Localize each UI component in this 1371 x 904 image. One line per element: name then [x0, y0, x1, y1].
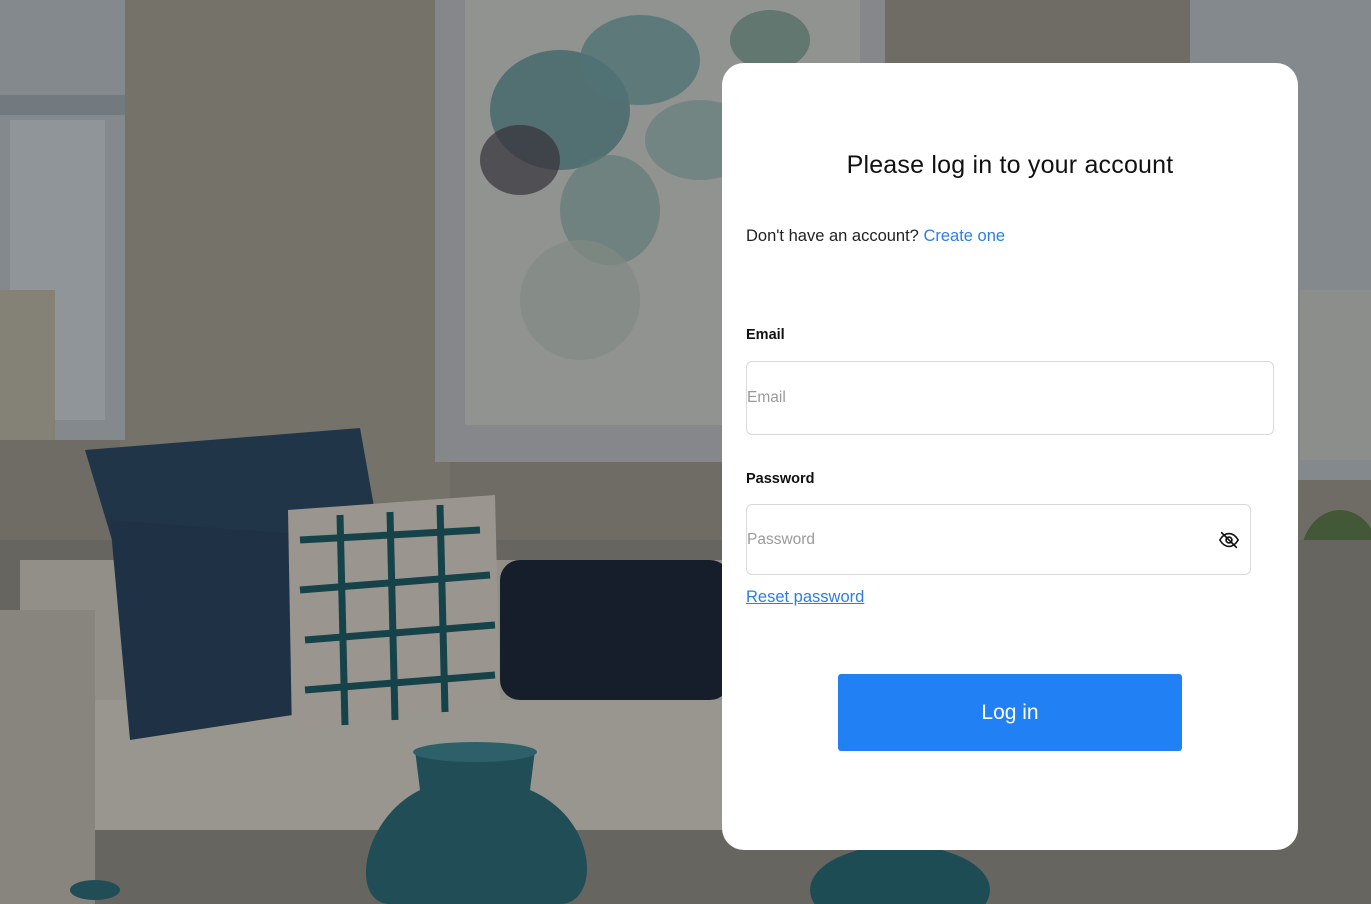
page-title: Please log in to your account [846, 151, 1174, 179]
password-label: Password [746, 471, 815, 487]
eye-off-icon[interactable] [1216, 527, 1242, 553]
email-field[interactable] [747, 362, 1273, 434]
signup-prompt: Don't have an account? Create one [746, 227, 1005, 246]
signup-prompt-text: Don't have an account? [746, 227, 919, 245]
email-label: Email [746, 327, 785, 343]
email-field-wrapper [746, 361, 1274, 435]
password-field[interactable] [747, 505, 1250, 574]
reset-password-link[interactable]: Reset password [746, 588, 864, 607]
login-button[interactable]: Log in [838, 674, 1182, 751]
password-field-wrapper [746, 504, 1251, 575]
login-card: Please log in to your account Don't have… [722, 63, 1298, 850]
create-account-link[interactable]: Create one [923, 227, 1005, 245]
